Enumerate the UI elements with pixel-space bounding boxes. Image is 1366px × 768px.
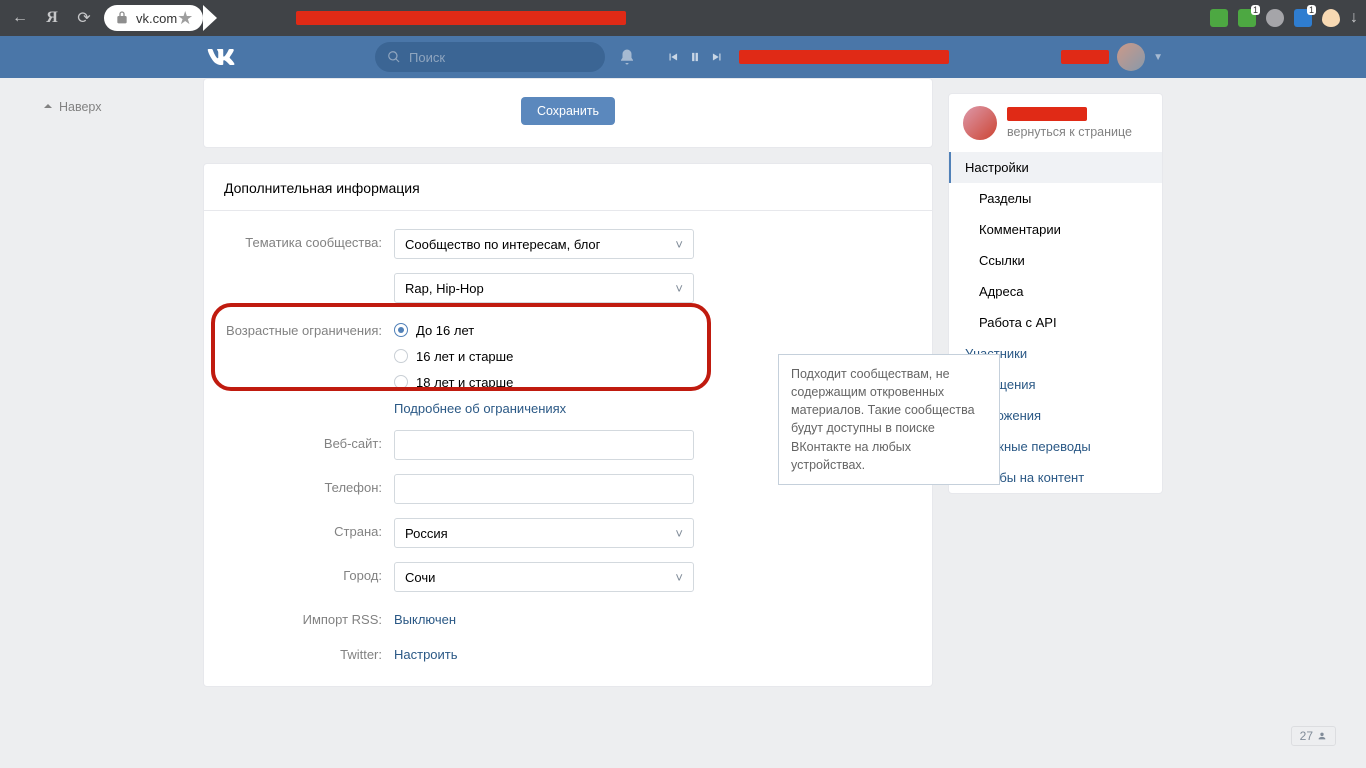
save-panel: Сохранить [203, 78, 933, 148]
city-select[interactable]: Сочи ˅ [394, 562, 694, 592]
website-input[interactable] [394, 430, 694, 460]
twitter-label: Twitter: [224, 641, 394, 662]
age-radio-16plus[interactable]: 16 лет и старше [394, 343, 694, 369]
save-button[interactable]: Сохранить [521, 97, 615, 125]
username-redacted [1061, 50, 1109, 64]
nav-links[interactable]: Ссылки [949, 245, 1162, 276]
back-to-page-link[interactable]: вернуться к странице [1007, 125, 1132, 139]
lock-icon [114, 10, 130, 26]
nav-comments[interactable]: Комментарии [949, 214, 1162, 245]
track-title-redacted [739, 50, 949, 64]
section-title: Дополнительная информация [204, 164, 932, 196]
scroll-top-link[interactable]: Наверх [43, 100, 102, 114]
url-redacted [296, 11, 626, 25]
pause-icon[interactable] [687, 50, 703, 64]
yandex-icon[interactable]: Я [40, 6, 64, 30]
url-text: vk.com [136, 11, 177, 26]
globe-ext-icon[interactable] [1266, 9, 1284, 27]
phone-label: Телефон: [224, 474, 394, 495]
translate-ext-icon[interactable]: 1 [1294, 9, 1312, 27]
browser-toolbar: ← Я ⟳ vk.com ★ 1 1 ↓ [0, 0, 1366, 36]
egg-ext-icon[interactable] [1322, 9, 1340, 27]
omnibox-tip [203, 5, 217, 31]
person-icon [1317, 731, 1327, 741]
nav-sections[interactable]: Разделы [949, 183, 1162, 214]
twitter-value-link[interactable]: Настроить [394, 647, 458, 662]
search-icon [387, 50, 401, 64]
extensions-row: 1 1 ↓ [1210, 9, 1358, 27]
subtheme-select[interactable]: Rap, Hip-Hop ˅ [394, 273, 694, 303]
back-icon[interactable]: ← [8, 6, 32, 30]
chevron-down-icon: ˅ [675, 570, 683, 585]
radio-icon [394, 375, 408, 389]
address-bar[interactable]: vk.com ★ [104, 5, 203, 31]
online-counter[interactable]: 27 [1291, 726, 1336, 746]
theme-select[interactable]: Сообщество по интересам, блог ˅ [394, 229, 694, 259]
next-track-icon[interactable] [709, 50, 725, 64]
age-radio-under16[interactable]: До 16 лет [394, 317, 694, 343]
nav-settings[interactable]: Настройки [949, 152, 1162, 183]
download-ext-icon[interactable]: 1 [1238, 9, 1256, 27]
nav-addresses[interactable]: Адреса [949, 276, 1162, 307]
chevron-down-icon: ˅ [675, 237, 683, 252]
group-name-redacted [1007, 107, 1087, 121]
prev-track-icon[interactable] [665, 50, 681, 64]
bookmark-star-icon[interactable]: ★ [177, 8, 193, 29]
vk-topbar: ▼ [0, 36, 1366, 78]
country-select[interactable]: Россия ˅ [394, 518, 694, 548]
audio-player [665, 50, 949, 64]
group-header[interactable]: вернуться к странице [949, 94, 1162, 152]
downloads-icon[interactable]: ↓ [1350, 9, 1358, 27]
theme-label: Тематика сообщества: [224, 229, 394, 250]
group-avatar [963, 106, 997, 140]
notifications-icon[interactable] [611, 48, 643, 66]
chevron-down-icon[interactable]: ▼ [1153, 52, 1163, 63]
chevron-down-icon: ˅ [675, 281, 683, 296]
phone-input[interactable] [394, 474, 694, 504]
nav-api[interactable]: Работа с API [949, 307, 1162, 338]
adblock-icon[interactable] [1210, 9, 1228, 27]
country-label: Страна: [224, 518, 394, 539]
vk-logo-icon[interactable] [207, 49, 235, 65]
search-input[interactable] [375, 42, 605, 72]
age-more-link[interactable]: Подробнее об ограничениях [394, 401, 566, 416]
radio-icon [394, 349, 408, 363]
avatar[interactable] [1117, 43, 1145, 71]
age-tooltip: Подходит сообществам, не содержащим откр… [778, 354, 1000, 485]
search-field[interactable] [407, 49, 577, 66]
website-label: Веб-сайт: [224, 430, 394, 451]
rss-label: Импорт RSS: [224, 606, 394, 627]
city-label: Город: [224, 562, 394, 583]
age-label: Возрастные ограничения: [224, 317, 394, 338]
chevron-down-icon: ˅ [675, 526, 683, 541]
radio-icon [394, 323, 408, 337]
reload-icon[interactable]: ⟳ [72, 6, 96, 30]
age-radio-18plus[interactable]: 18 лет и старше [394, 369, 694, 395]
rss-value-link[interactable]: Выключен [394, 612, 456, 627]
